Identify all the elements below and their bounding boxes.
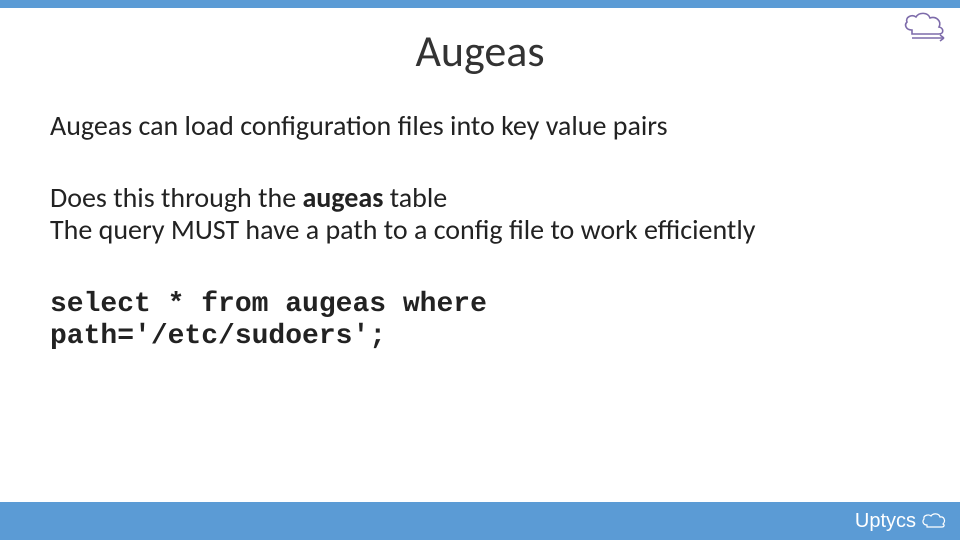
brand-label: Uptycs [855,510,946,533]
slide: Augeas Augeas can load configuration fil… [0,0,960,540]
p2-post: table [383,180,447,215]
p2-pre: Does this through the [50,180,302,215]
code-line-2: path='/etc/sudoers'; [50,321,386,352]
cloud-icon [920,510,946,533]
p2-bold: augeas [302,180,383,215]
top-accent-bar [0,0,960,8]
code-line-1: select * from augeas where [50,289,487,320]
p2-line2: The query MUST have a path to a config f… [50,212,755,247]
bottom-bar: Uptycs [0,502,960,540]
paragraph-2: Does this through the augeas table The q… [50,182,900,246]
brand-text: Uptycs [855,510,916,533]
slide-title: Augeas [0,24,960,78]
paragraph-1: Augeas can load configuration files into… [50,110,900,142]
code-block: select * from augeas where path='/etc/su… [50,289,900,353]
slide-body: Augeas can load configuration files into… [50,110,900,353]
